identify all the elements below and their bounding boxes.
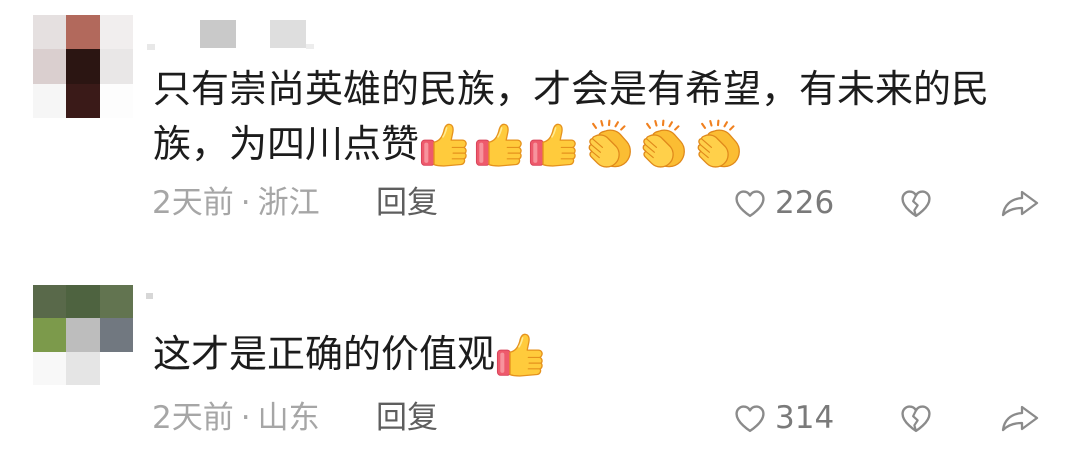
comment-text-line: 族，为四川点赞	[153, 117, 1053, 172]
clapping-hands-svg	[588, 119, 631, 168]
clapping-hands-svg	[697, 119, 740, 168]
reply-button[interactable]: 回复	[376, 398, 438, 438]
like-button[interactable]: 226	[733, 183, 834, 223]
redaction-pixel	[270, 20, 306, 48]
redaction-pixel	[306, 44, 314, 49]
redaction-pixel	[147, 44, 155, 50]
avatar-pixel	[33, 285, 67, 319]
emoji-row	[419, 119, 746, 171]
dislike-button[interactable]	[899, 183, 933, 223]
comment-location: 浙江	[257, 185, 320, 221]
avatar-pixel	[99, 351, 133, 385]
share-icon[interactable]	[1000, 188, 1040, 218]
clapping-hands-emoji-icon	[692, 119, 744, 171]
share-icon[interactable]	[1000, 403, 1040, 433]
username-redacted[interactable]	[146, 18, 318, 52]
thumbs-up-svg	[420, 123, 467, 167]
comment-text-segment: 这才是正确的价值观	[153, 332, 496, 376]
share-button[interactable]	[1000, 398, 1040, 438]
like-count: 226	[775, 185, 835, 221]
comment-location: 山东	[257, 400, 320, 436]
username-redacted[interactable]	[146, 290, 318, 324]
dislike-button[interactable]	[899, 398, 933, 438]
broken-heart-icon[interactable]	[899, 188, 933, 219]
clapping-hands-emoji-icon	[637, 119, 689, 171]
clapping-hands-emoji-icon	[583, 119, 635, 171]
comment-text-line: 只有崇尚英雄的民族，才会是有希望，有未来的民	[153, 62, 1053, 117]
share-button[interactable]	[1000, 183, 1040, 223]
comment-item: 只有崇尚英雄的民族，才会是有希望，有未来的民 族，为四川点赞 2天前 · 浙江 …	[0, 0, 1080, 245]
comment-footer: 2天前 · 浙江 回复 226	[0, 183, 1080, 223]
avatar[interactable]	[33, 285, 133, 385]
avatar-pixel	[33, 83, 67, 118]
thumbs-up-emoji-icon	[495, 329, 547, 381]
emoji-row	[495, 329, 550, 381]
comment-text: 这才是正确的价值观	[153, 327, 1053, 382]
avatar-pixel	[66, 49, 100, 84]
avatar-pixel	[33, 351, 67, 385]
clapping-hands-svg	[642, 119, 685, 168]
comment-time: 2天前	[152, 400, 234, 436]
meta-separator: ·	[240, 185, 251, 221]
comment-text-line: 这才是正确的价值观	[153, 327, 1053, 382]
avatar-pixel	[99, 83, 133, 118]
avatar-pixel	[66, 285, 100, 319]
heart-icon[interactable]	[733, 188, 767, 219]
like-button[interactable]: 314	[733, 398, 834, 438]
avatar-pixel	[33, 15, 67, 50]
reply-button[interactable]: 回复	[376, 183, 438, 223]
thumbs-up-emoji-icon	[474, 119, 526, 171]
thumbs-up-svg	[529, 123, 576, 167]
avatar-pixel	[66, 15, 100, 50]
avatar-pixel	[33, 318, 67, 352]
comment-item: 这才是正确的价值观 2天前 · 山东 回复 314	[0, 270, 1080, 475]
avatar-pixel	[66, 318, 100, 352]
comment-meta: 2天前 · 浙江	[152, 183, 320, 223]
thumbs-up-svg	[475, 123, 522, 167]
thumbs-up-emoji-icon	[528, 119, 580, 171]
avatar-pixel	[33, 49, 67, 84]
comment-time: 2天前	[152, 185, 234, 221]
thumbs-up-svg	[496, 333, 543, 377]
avatar-pixel	[66, 351, 100, 385]
comment-text: 只有崇尚英雄的民族，才会是有希望，有未来的民 族，为四川点赞	[153, 62, 1053, 172]
avatar-pixel	[99, 285, 133, 319]
comment-footer: 2天前 · 山东 回复 314	[0, 398, 1080, 438]
comment-meta: 2天前 · 山东	[152, 398, 320, 438]
avatar-pixel	[66, 83, 100, 118]
avatar[interactable]	[33, 15, 133, 118]
like-count: 314	[775, 400, 835, 436]
comment-text-segment: 只有崇尚英雄的民族，才会是有希望，有未来的民	[153, 67, 990, 111]
meta-separator: ·	[240, 400, 251, 436]
thumbs-up-emoji-icon	[419, 119, 471, 171]
redaction-pixel	[200, 20, 236, 48]
avatar-pixel	[99, 49, 133, 84]
avatar-pixel	[99, 15, 133, 50]
broken-heart-icon[interactable]	[899, 403, 933, 434]
avatar-pixel	[99, 318, 133, 352]
comment-text-segment: 族，为四川点赞	[153, 122, 420, 166]
heart-icon[interactable]	[733, 403, 767, 434]
redaction-pixel	[146, 293, 153, 299]
